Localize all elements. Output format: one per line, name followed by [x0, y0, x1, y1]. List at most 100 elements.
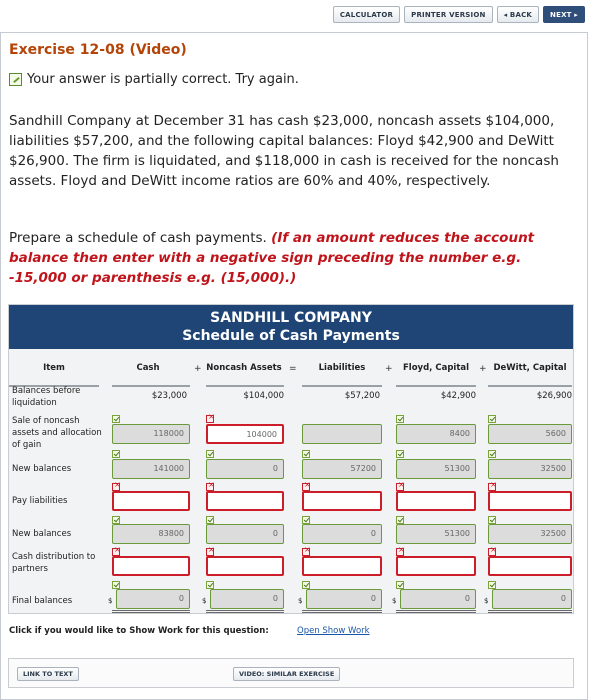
correct-icon: [488, 415, 496, 423]
incorrect-icon: [396, 545, 405, 556]
incorrect-icon: [488, 545, 497, 556]
double-underline: [112, 610, 190, 613]
row-label-new-balances: New balances: [12, 464, 72, 474]
company-name: SANDHILL COMPANY: [210, 310, 372, 326]
input-final-dewitt[interactable]: 0: [492, 589, 572, 609]
dollar-sign: $: [108, 597, 113, 605]
row-label-pay-liabilities: Pay liabilities: [12, 496, 68, 506]
input-dist-dewitt[interactable]: [488, 556, 572, 576]
input-sale-liabilities[interactable]: [302, 424, 382, 444]
correct-icon: [112, 581, 120, 589]
row-label-sale: Sale of noncash assets and allocation of…: [12, 416, 102, 450]
dollar-sign: $: [484, 597, 489, 605]
dollar-sign: $: [298, 597, 303, 605]
column-dewitt-capital: DeWitt, Capital: [493, 362, 567, 373]
correct-icon: [112, 450, 120, 458]
input-final-liabilities[interactable]: 0: [306, 589, 382, 609]
input-new1-dewitt[interactable]: 32500: [488, 459, 572, 479]
correct-icon: [112, 415, 120, 423]
input-sale-cash[interactable]: 118000: [112, 424, 190, 444]
cell-dewitt: $26,900: [536, 391, 572, 401]
show-work-prompt: Click if you would like to Show Work for…: [9, 626, 269, 636]
input-pay-floyd[interactable]: [396, 491, 476, 511]
input-new1-floyd[interactable]: 51300: [396, 459, 476, 479]
row-label-balances-before: Balances before liquidation: [12, 386, 81, 408]
correct-icon: [488, 581, 496, 589]
input-pay-liabilities[interactable]: [302, 491, 382, 511]
double-underline: [302, 610, 382, 613]
input-sale-noncash[interactable]: 104000: [206, 424, 284, 444]
correct-icon: [112, 516, 120, 524]
input-new2-liabilities[interactable]: 0: [302, 524, 382, 544]
footer-bar: LINK TO TEXT VIDEO: SIMILAR EXERCISE: [8, 658, 574, 688]
incorrect-icon: [488, 480, 497, 491]
back-button[interactable]: ◂ BACK: [496, 6, 540, 23]
column-cash: Cash: [136, 362, 160, 373]
column-item: Item: [43, 362, 65, 373]
input-sale-floyd[interactable]: 8400: [396, 424, 476, 444]
schedule-title: Schedule of Cash Payments: [182, 328, 400, 344]
answer-status-text: Your answer is partially correct. Try ag…: [27, 72, 299, 87]
input-final-noncash[interactable]: 0: [210, 589, 284, 609]
header-rule: [396, 385, 476, 387]
input-new2-cash[interactable]: 83800: [112, 524, 190, 544]
incorrect-icon: [302, 480, 311, 491]
answer-status: Your answer is partially correct. Try ag…: [9, 72, 299, 87]
correct-icon: [488, 450, 496, 458]
incorrect-icon: [206, 412, 215, 423]
link-to-text-button[interactable]: LINK TO TEXT: [17, 667, 79, 681]
cell-cash: $23,000: [151, 391, 187, 401]
input-dist-liabilities[interactable]: [302, 556, 382, 576]
double-underline: [488, 610, 572, 613]
incorrect-icon: [302, 545, 311, 556]
column-floyd-capital: Floyd, Capital: [402, 362, 470, 373]
input-pay-noncash[interactable]: [206, 491, 284, 511]
row-label-cash-distribution: Cash distribution to partners: [12, 552, 96, 574]
printer-version-button[interactable]: PRINTER VERSION: [404, 6, 493, 23]
correct-icon: [396, 581, 404, 589]
correct-icon: [302, 450, 310, 458]
instructions-plain: Prepare a schedule of cash payments.: [9, 230, 272, 246]
input-new1-cash[interactable]: 141000: [112, 459, 190, 479]
correct-icon: [206, 450, 214, 458]
next-button[interactable]: NEXT ▸: [543, 6, 585, 23]
operator-equals: =: [289, 364, 297, 374]
input-final-cash[interactable]: 0: [116, 589, 190, 609]
input-dist-cash[interactable]: [112, 556, 190, 576]
header-rule: [488, 385, 572, 387]
input-new1-noncash[interactable]: 0: [206, 459, 284, 479]
operator-plus: +: [194, 364, 202, 374]
calculator-button[interactable]: CALCULATOR: [332, 6, 401, 23]
input-pay-dewitt[interactable]: [488, 491, 572, 511]
dollar-sign: $: [202, 597, 207, 605]
input-dist-floyd[interactable]: [396, 556, 476, 576]
row-label-new-balances: New balances: [12, 529, 72, 539]
input-sale-dewitt[interactable]: 5600: [488, 424, 572, 444]
header-rule: [112, 385, 190, 387]
input-new2-noncash[interactable]: 0: [206, 524, 284, 544]
incorrect-icon: [112, 480, 121, 491]
cell-noncash: $104,000: [243, 391, 284, 401]
open-show-work-link[interactable]: Open Show Work: [297, 626, 370, 636]
correct-icon: [302, 516, 310, 524]
input-new1-liabilities[interactable]: 57200: [302, 459, 382, 479]
exercise-title: Exercise 12-08 (Video): [9, 42, 187, 58]
correct-icon: [488, 516, 496, 524]
input-new2-dewitt[interactable]: 32500: [488, 524, 572, 544]
operator-plus: +: [479, 364, 487, 374]
partial-credit-icon: [9, 73, 22, 86]
top-nav: CALCULATOR PRINTER VERSION ◂ BACK NEXT ▸: [332, 6, 585, 23]
input-final-floyd[interactable]: 0: [400, 589, 476, 609]
input-new2-floyd[interactable]: 51300: [396, 524, 476, 544]
incorrect-icon: [206, 545, 215, 556]
incorrect-icon: [396, 480, 405, 491]
instructions: Prepare a schedule of cash payments. (If…: [9, 228, 569, 288]
operator-plus: +: [385, 364, 393, 374]
row-label-final-balances: Final balances: [12, 596, 73, 606]
correct-icon: [396, 516, 404, 524]
video-similar-exercise-button[interactable]: VIDEO: SIMILAR EXERCISE: [233, 667, 341, 681]
input-dist-noncash[interactable]: [206, 556, 284, 576]
correct-icon: [302, 581, 310, 589]
input-pay-cash[interactable]: [112, 491, 190, 511]
correct-icon: [206, 516, 214, 524]
